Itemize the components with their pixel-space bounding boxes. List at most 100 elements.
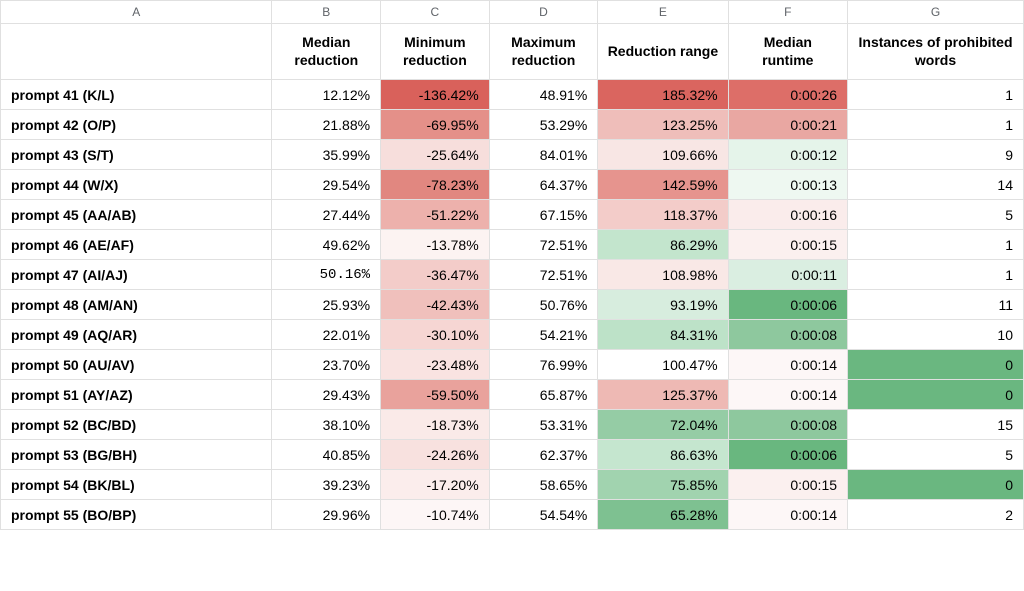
cell-median-runtime[interactable]: 0:00:08: [728, 410, 847, 440]
cell-min-reduction[interactable]: -18.73%: [381, 410, 490, 440]
col-letter-G[interactable]: G: [848, 1, 1024, 24]
cell-median-reduction[interactable]: 27.44%: [272, 200, 381, 230]
cell-max-reduction[interactable]: 48.91%: [489, 80, 598, 110]
cell-median-runtime[interactable]: 0:00:21: [728, 110, 847, 140]
cell-median-reduction[interactable]: 35.99%: [272, 140, 381, 170]
cell-median-runtime[interactable]: 0:00:14: [728, 500, 847, 530]
cell-reduction-range[interactable]: 142.59%: [598, 170, 728, 200]
cell-prohibited[interactable]: 10: [848, 320, 1024, 350]
cell-min-reduction[interactable]: -51.22%: [381, 200, 490, 230]
row-label[interactable]: prompt 46 (AE/AF): [1, 230, 272, 260]
cell-max-reduction[interactable]: 50.76%: [489, 290, 598, 320]
cell-median-reduction[interactable]: 50.16%: [272, 260, 381, 290]
cell-reduction-range[interactable]: 75.85%: [598, 470, 728, 500]
cell-median-reduction[interactable]: 25.93%: [272, 290, 381, 320]
row-label[interactable]: prompt 49 (AQ/AR): [1, 320, 272, 350]
cell-median-runtime[interactable]: 0:00:15: [728, 230, 847, 260]
cell-reduction-range[interactable]: 86.63%: [598, 440, 728, 470]
cell-min-reduction[interactable]: -23.48%: [381, 350, 490, 380]
row-label[interactable]: prompt 45 (AA/AB): [1, 200, 272, 230]
cell-prohibited[interactable]: 5: [848, 440, 1024, 470]
cell-median-reduction[interactable]: 22.01%: [272, 320, 381, 350]
cell-reduction-range[interactable]: 84.31%: [598, 320, 728, 350]
cell-min-reduction[interactable]: -78.23%: [381, 170, 490, 200]
cell-prohibited[interactable]: 1: [848, 260, 1024, 290]
row-label[interactable]: prompt 43 (S/T): [1, 140, 272, 170]
cell-median-reduction[interactable]: 38.10%: [272, 410, 381, 440]
col-letter-C[interactable]: C: [381, 1, 490, 24]
cell-prohibited[interactable]: 5: [848, 200, 1024, 230]
cell-max-reduction[interactable]: 54.54%: [489, 500, 598, 530]
cell-min-reduction[interactable]: -69.95%: [381, 110, 490, 140]
cell-median-runtime[interactable]: 0:00:06: [728, 440, 847, 470]
cell-prohibited[interactable]: 14: [848, 170, 1024, 200]
cell-median-runtime[interactable]: 0:00:08: [728, 320, 847, 350]
row-label[interactable]: prompt 42 (O/P): [1, 110, 272, 140]
cell-max-reduction[interactable]: 84.01%: [489, 140, 598, 170]
cell-prohibited[interactable]: 0: [848, 350, 1024, 380]
cell-max-reduction[interactable]: 54.21%: [489, 320, 598, 350]
cell-prohibited[interactable]: 11: [848, 290, 1024, 320]
cell-reduction-range[interactable]: 86.29%: [598, 230, 728, 260]
cell-median-reduction[interactable]: 29.96%: [272, 500, 381, 530]
cell-reduction-range[interactable]: 118.37%: [598, 200, 728, 230]
header-median-reduction[interactable]: Median reduction: [272, 24, 381, 80]
row-label[interactable]: prompt 51 (AY/AZ): [1, 380, 272, 410]
cell-min-reduction[interactable]: -59.50%: [381, 380, 490, 410]
cell-min-reduction[interactable]: -13.78%: [381, 230, 490, 260]
cell-min-reduction[interactable]: -25.64%: [381, 140, 490, 170]
cell-reduction-range[interactable]: 93.19%: [598, 290, 728, 320]
col-letter-E[interactable]: E: [598, 1, 728, 24]
cell-median-runtime[interactable]: 0:00:14: [728, 350, 847, 380]
header-empty[interactable]: [1, 24, 272, 80]
cell-max-reduction[interactable]: 76.99%: [489, 350, 598, 380]
cell-median-reduction[interactable]: 23.70%: [272, 350, 381, 380]
cell-max-reduction[interactable]: 67.15%: [489, 200, 598, 230]
cell-prohibited[interactable]: 9: [848, 140, 1024, 170]
cell-min-reduction[interactable]: -136.42%: [381, 80, 490, 110]
cell-prohibited[interactable]: 1: [848, 80, 1024, 110]
cell-median-runtime[interactable]: 0:00:14: [728, 380, 847, 410]
col-letter-B[interactable]: B: [272, 1, 381, 24]
row-label[interactable]: prompt 50 (AU/AV): [1, 350, 272, 380]
header-min-reduction[interactable]: Minimum reduction: [381, 24, 490, 80]
cell-median-reduction[interactable]: 49.62%: [272, 230, 381, 260]
row-label[interactable]: prompt 41 (K/L): [1, 80, 272, 110]
header-reduction-range[interactable]: Reduction range: [598, 24, 728, 80]
cell-median-reduction[interactable]: 40.85%: [272, 440, 381, 470]
header-max-reduction[interactable]: Maximum reduction: [489, 24, 598, 80]
cell-prohibited[interactable]: 0: [848, 380, 1024, 410]
cell-max-reduction[interactable]: 65.87%: [489, 380, 598, 410]
cell-median-reduction[interactable]: 39.23%: [272, 470, 381, 500]
row-label[interactable]: prompt 47 (AI/AJ): [1, 260, 272, 290]
col-letter-F[interactable]: F: [728, 1, 847, 24]
cell-median-runtime[interactable]: 0:00:13: [728, 170, 847, 200]
cell-median-runtime[interactable]: 0:00:12: [728, 140, 847, 170]
cell-prohibited[interactable]: 2: [848, 500, 1024, 530]
cell-reduction-range[interactable]: 108.98%: [598, 260, 728, 290]
cell-median-runtime[interactable]: 0:00:15: [728, 470, 847, 500]
cell-median-reduction[interactable]: 12.12%: [272, 80, 381, 110]
header-median-runtime[interactable]: Median runtime: [728, 24, 847, 80]
cell-median-runtime[interactable]: 0:00:16: [728, 200, 847, 230]
row-label[interactable]: prompt 52 (BC/BD): [1, 410, 272, 440]
row-label[interactable]: prompt 48 (AM/AN): [1, 290, 272, 320]
cell-max-reduction[interactable]: 53.31%: [489, 410, 598, 440]
cell-median-runtime[interactable]: 0:00:06: [728, 290, 847, 320]
cell-min-reduction[interactable]: -24.26%: [381, 440, 490, 470]
cell-max-reduction[interactable]: 58.65%: [489, 470, 598, 500]
cell-min-reduction[interactable]: -30.10%: [381, 320, 490, 350]
cell-min-reduction[interactable]: -42.43%: [381, 290, 490, 320]
cell-median-runtime[interactable]: 0:00:26: [728, 80, 847, 110]
cell-reduction-range[interactable]: 125.37%: [598, 380, 728, 410]
col-letter-D[interactable]: D: [489, 1, 598, 24]
cell-prohibited[interactable]: 1: [848, 110, 1024, 140]
cell-max-reduction[interactable]: 72.51%: [489, 260, 598, 290]
spreadsheet-viewport[interactable]: A B C D E F G Median reduction Minimum r…: [0, 0, 1024, 591]
cell-median-reduction[interactable]: 29.43%: [272, 380, 381, 410]
cell-reduction-range[interactable]: 100.47%: [598, 350, 728, 380]
cell-median-reduction[interactable]: 29.54%: [272, 170, 381, 200]
row-label[interactable]: prompt 44 (W/X): [1, 170, 272, 200]
cell-prohibited[interactable]: 15: [848, 410, 1024, 440]
cell-max-reduction[interactable]: 64.37%: [489, 170, 598, 200]
